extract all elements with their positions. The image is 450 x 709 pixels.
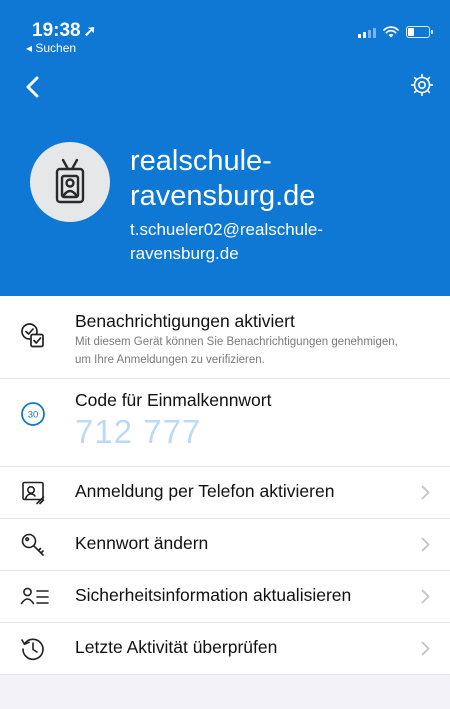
account-header: 19:38 ➚ ◂ Suchen realschule-ravensburg.d… — [0, 0, 450, 296]
chevron-right-icon — [421, 641, 430, 656]
back-button[interactable] — [22, 72, 46, 102]
account-email: t.schueler02@realschule-ravensburg.de — [130, 220, 324, 263]
wifi-icon — [383, 26, 399, 38]
otp-row: 30 Code für Einmalkennwort 712 777 — [0, 379, 450, 467]
chevron-left-icon — [26, 76, 39, 98]
chevron-right-icon — [421, 485, 430, 500]
notifications-row: Benachrichtigungen aktiviert Mit diesem … — [0, 296, 450, 379]
id-badge-icon — [55, 158, 85, 204]
signal-icon — [358, 27, 376, 38]
back-triangle-icon: ◂ — [26, 41, 36, 55]
otp-code: 712 777 — [75, 413, 202, 450]
security-info-icon — [20, 587, 49, 605]
notification-approve-icon — [21, 323, 44, 348]
action-label: Kennwort ändern — [75, 533, 209, 553]
chevron-right-icon — [421, 589, 430, 604]
account-name: realschule-ravensburg.de — [130, 145, 316, 212]
back-to-app-link[interactable]: ◂ Suchen — [26, 41, 76, 55]
gear-icon — [411, 74, 433, 96]
chevron-right-icon — [421, 537, 430, 552]
countdown-timer-icon: 30 — [21, 402, 45, 426]
status-indicators — [358, 26, 433, 38]
battery-icon — [406, 26, 433, 38]
action-change-password[interactable]: Kennwort ändern — [0, 519, 450, 571]
action-recent-activity[interactable]: Letzte Aktivität überprüfen — [0, 623, 450, 675]
account-options-list: Benachrichtigungen aktiviert Mit diesem … — [0, 296, 450, 675]
otp-title: Code für Einmalkennwort — [75, 390, 272, 410]
phone-signin-icon — [22, 481, 45, 505]
action-phone-signin[interactable]: Anmeldung per Telefon aktivieren — [0, 467, 450, 519]
location-arrow-icon: ➚ — [83, 23, 97, 40]
key-icon — [21, 533, 44, 556]
notifications-description: Mit diesem Gerät können Sie Benachrichti… — [75, 336, 398, 366]
history-icon — [21, 638, 44, 661]
otp-countdown: 30 — [28, 410, 39, 421]
action-label: Sicherheitsinformation aktualisieren — [75, 585, 352, 605]
action-label: Letzte Aktivität überprüfen — [75, 637, 278, 657]
settings-button[interactable] — [409, 72, 435, 98]
account-avatar — [30, 142, 110, 222]
action-security-info[interactable]: Sicherheitsinformation aktualisieren — [0, 571, 450, 623]
action-label: Anmeldung per Telefon aktivieren — [75, 481, 335, 501]
status-time: 19:38 ➚ — [32, 20, 97, 41]
notifications-title: Benachrichtigungen aktiviert — [75, 311, 295, 331]
